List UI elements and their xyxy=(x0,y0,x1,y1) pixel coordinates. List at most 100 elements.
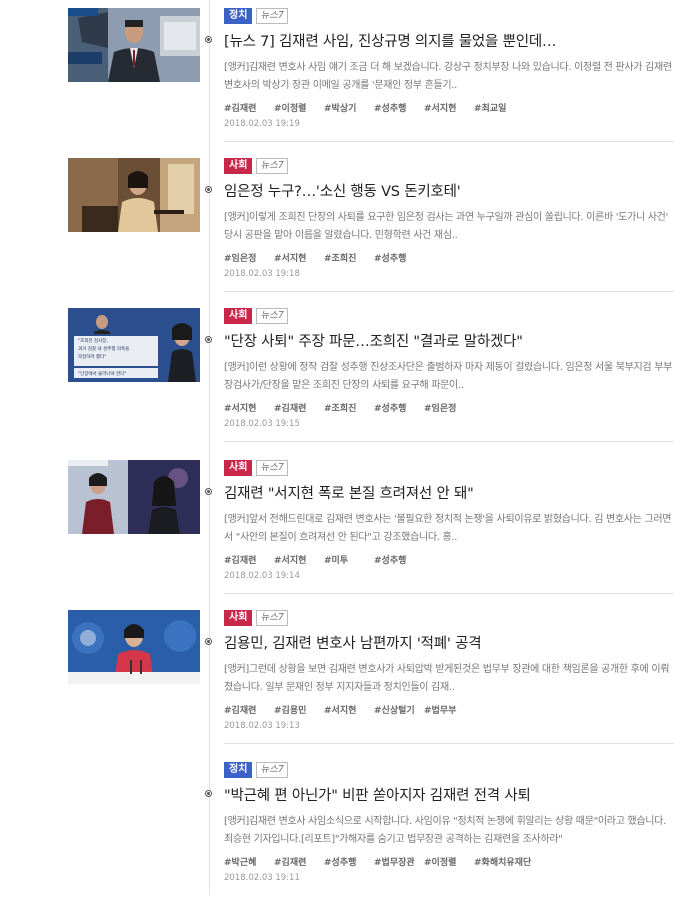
tag-link[interactable]: #성추행 xyxy=(374,553,424,566)
article-summary[interactable]: [앵커]김재련 변호사 사임소식으로 시작합니다. 사임이유 "정치적 논쟁에 … xyxy=(224,813,676,849)
tag-link[interactable]: #성추행 xyxy=(324,855,374,868)
article-title[interactable]: [뉴스 7] 김재련 사임, 진상규명 의지를 물었을 뿐인데… xyxy=(224,30,684,51)
badge-group: 사회 뉴스7 xyxy=(224,158,288,174)
timeline-dot xyxy=(205,36,212,43)
tag-link[interactable]: #조희진 xyxy=(324,251,374,264)
tag-link[interactable]: #김재련 xyxy=(274,855,324,868)
timeline-dot xyxy=(205,186,212,193)
source-badge[interactable]: 뉴스7 xyxy=(256,8,288,24)
category-badge[interactable]: 사회 xyxy=(224,158,253,174)
tag-link[interactable]: #성추행 xyxy=(374,251,424,264)
thumbnail-image[interactable] xyxy=(68,610,200,684)
badge-group: 사회 뉴스7 xyxy=(224,460,288,476)
tag-link[interactable]: #김재련 xyxy=(224,553,274,566)
tag-link[interactable]: #임은정 xyxy=(424,401,474,414)
article-summary[interactable]: [앵커]앞서 전해드린대로 김재련 변호사는 '불필요한 정치적 논쟁'을 사퇴… xyxy=(224,511,676,547)
tag-link[interactable]: #최교일 xyxy=(474,101,524,114)
timeline-dot xyxy=(205,638,212,645)
article-title[interactable]: "단장 사퇴" 주장 파문…조희진 "결과로 말하겠다" xyxy=(224,330,684,351)
tag-link[interactable]: #김재련 xyxy=(274,401,324,414)
source-badge[interactable]: 뉴스7 xyxy=(256,610,288,626)
tag-link[interactable]: #김재련 xyxy=(224,703,274,716)
badge-group: 정치 뉴스7 xyxy=(224,8,288,24)
tag-link[interactable]: #임은정 xyxy=(224,251,274,264)
category-badge[interactable]: 사회 xyxy=(224,308,253,324)
tag-link[interactable]: #박근혜 xyxy=(224,855,274,868)
news-item: 정치 뉴스7 "박근혜 편 아닌가" 비판 쏟아지자 김재련 전격 사퇴 [앵커… xyxy=(0,754,697,904)
thumbnail-caption: 과거 검찰 내 성추행 의혹을 xyxy=(78,345,129,352)
tag-link[interactable]: #김용민 xyxy=(274,703,324,716)
tag-link[interactable]: #서지현 xyxy=(274,553,324,566)
thumbnail-image[interactable] xyxy=(68,158,200,232)
article-title[interactable]: 김재련 "서지현 폭로 본질 흐려져선 안 돼" xyxy=(224,482,684,503)
tag-list: #박근혜 #김재련 #성추행 #법무장관 #이정렬 #화해치유재단 xyxy=(224,855,544,868)
category-badge[interactable]: 정치 xyxy=(224,762,253,778)
thumbnail-image[interactable]: "조희진 검사장, 과거 검찰 내 성추행 의혹을 묵살하려 했다" "단장에서… xyxy=(68,308,200,382)
thumbnail-caption: "단장에서 물러나야 한다" xyxy=(78,370,126,377)
tag-link[interactable]: #서지현 xyxy=(274,251,324,264)
tag-link[interactable]: #서지현 xyxy=(424,101,474,114)
thumbnail-image[interactable] xyxy=(68,8,200,82)
article-title[interactable]: 임은정 누구?…'소신 행동 VS 돈키호테' xyxy=(224,180,684,201)
article-date: 2018.02.03 19:18 xyxy=(224,269,300,279)
lecture-photo-thumbnail xyxy=(68,158,200,232)
source-badge[interactable]: 뉴스7 xyxy=(256,762,288,778)
tag-list: #김재련 #김용민 #서지현 #신상털기 #법무부 xyxy=(224,703,474,716)
press-briefing-thumbnail xyxy=(68,610,200,684)
source-badge[interactable]: 뉴스7 xyxy=(256,308,288,324)
source-badge[interactable]: 뉴스7 xyxy=(256,460,288,476)
tag-link[interactable]: #법무부 xyxy=(424,703,474,716)
divider xyxy=(224,291,674,292)
badge-group: 사회 뉴스7 xyxy=(224,308,288,324)
news-anchor-thumbnail xyxy=(68,8,200,82)
news-graphic-thumbnail: "조희진 검사장, 과거 검찰 내 성추행 의혹을 묵살하려 했다" "단장에서… xyxy=(68,308,200,382)
news-item: 사회 뉴스7 김용민, 김재련 변호사 남편까지 '적폐' 공격 [앵커]그런데… xyxy=(0,602,697,752)
article-summary[interactable]: [앵커]그런데 상황을 보면 김재련 변호사가 사퇴압박 받게된것은 법무부 장… xyxy=(224,661,676,697)
article-date: 2018.02.03 19:13 xyxy=(224,721,300,731)
article-summary[interactable]: [앵커]이렇게 조희진 단장의 사퇴를 요구한 임은정 검사는 과연 누구일까 … xyxy=(224,209,676,245)
divider xyxy=(224,441,674,442)
tag-link[interactable]: #김재련 xyxy=(224,101,274,114)
tag-link[interactable]: #조희진 xyxy=(324,401,374,414)
tag-list: #김재련 #이정렬 #박상기 #성추행 #서지현 #최교일 xyxy=(224,101,524,114)
tag-link[interactable]: #이정렬 xyxy=(424,855,474,868)
tag-link[interactable]: #박상기 xyxy=(324,101,374,114)
news-item: 사회 뉴스7 임은정 누구?…'소신 행동 VS 돈키호테' [앵커]이렇게 조… xyxy=(0,150,697,300)
tag-list: #김재련 #서지현 #미투 #성추행 xyxy=(224,553,424,566)
category-badge[interactable]: 사회 xyxy=(224,610,253,626)
tag-link[interactable]: #신상털기 xyxy=(374,703,424,716)
news-item: 사회 뉴스7 김재련 "서지현 폭로 본질 흐려져선 안 돼" [앵커]앞서 전… xyxy=(0,452,697,602)
timeline-dot xyxy=(205,790,212,797)
news-item: 정치 뉴스7 [뉴스 7] 김재련 사임, 진상규명 의지를 물었을 뿐인데… … xyxy=(0,0,697,150)
category-badge[interactable]: 사회 xyxy=(224,460,253,476)
divider xyxy=(224,743,674,744)
divider xyxy=(224,593,674,594)
news-item: "조희진 검사장, 과거 검찰 내 성추행 의혹을 묵살하려 했다" "단장에서… xyxy=(0,300,697,450)
article-date: 2018.02.03 19:14 xyxy=(224,571,300,581)
tag-list: #임은정 #서지현 #조희진 #성추행 xyxy=(224,251,424,264)
tag-link[interactable]: #화해치유재단 xyxy=(474,855,544,868)
article-title[interactable]: "박근혜 편 아닌가" 비판 쏟아지자 김재련 전격 사퇴 xyxy=(224,784,684,805)
category-badge[interactable]: 정치 xyxy=(224,8,253,24)
tag-link[interactable]: #서지현 xyxy=(224,401,274,414)
thumbnail-caption: "조희진 검사장, xyxy=(78,337,108,344)
tag-link[interactable]: #서지현 xyxy=(324,703,374,716)
article-summary[interactable]: [앵커]김재련 변호사 사임 얘기 조금 더 해 보겠습니다. 강상구 정치부장… xyxy=(224,59,676,95)
article-date: 2018.02.03 19:11 xyxy=(224,873,300,883)
tag-link[interactable]: #미투 xyxy=(324,553,374,566)
article-date: 2018.02.03 19:15 xyxy=(224,419,300,429)
divider xyxy=(224,141,674,142)
source-badge[interactable]: 뉴스7 xyxy=(256,158,288,174)
tag-link[interactable]: #법무장관 xyxy=(374,855,424,868)
timeline-dot xyxy=(205,336,212,343)
article-date: 2018.02.03 19:19 xyxy=(224,119,300,129)
article-title[interactable]: 김용민, 김재련 변호사 남편까지 '적폐' 공격 xyxy=(224,632,684,653)
tag-link[interactable]: #성추행 xyxy=(374,101,424,114)
tag-list: #서지현 #김재련 #조희진 #성추행 #임은정 xyxy=(224,401,474,414)
article-summary[interactable]: [앵커]이런 상황에 정작 검찰 성추행 진상조사단은 출범하자 마자 제동이 … xyxy=(224,359,676,395)
tag-link[interactable]: #이정렬 xyxy=(274,101,324,114)
thumbnail-caption: 묵살하려 했다" xyxy=(78,353,106,360)
studio-interview-thumbnail xyxy=(68,460,200,534)
thumbnail-image[interactable] xyxy=(68,460,200,534)
tag-link[interactable]: #성추행 xyxy=(374,401,424,414)
